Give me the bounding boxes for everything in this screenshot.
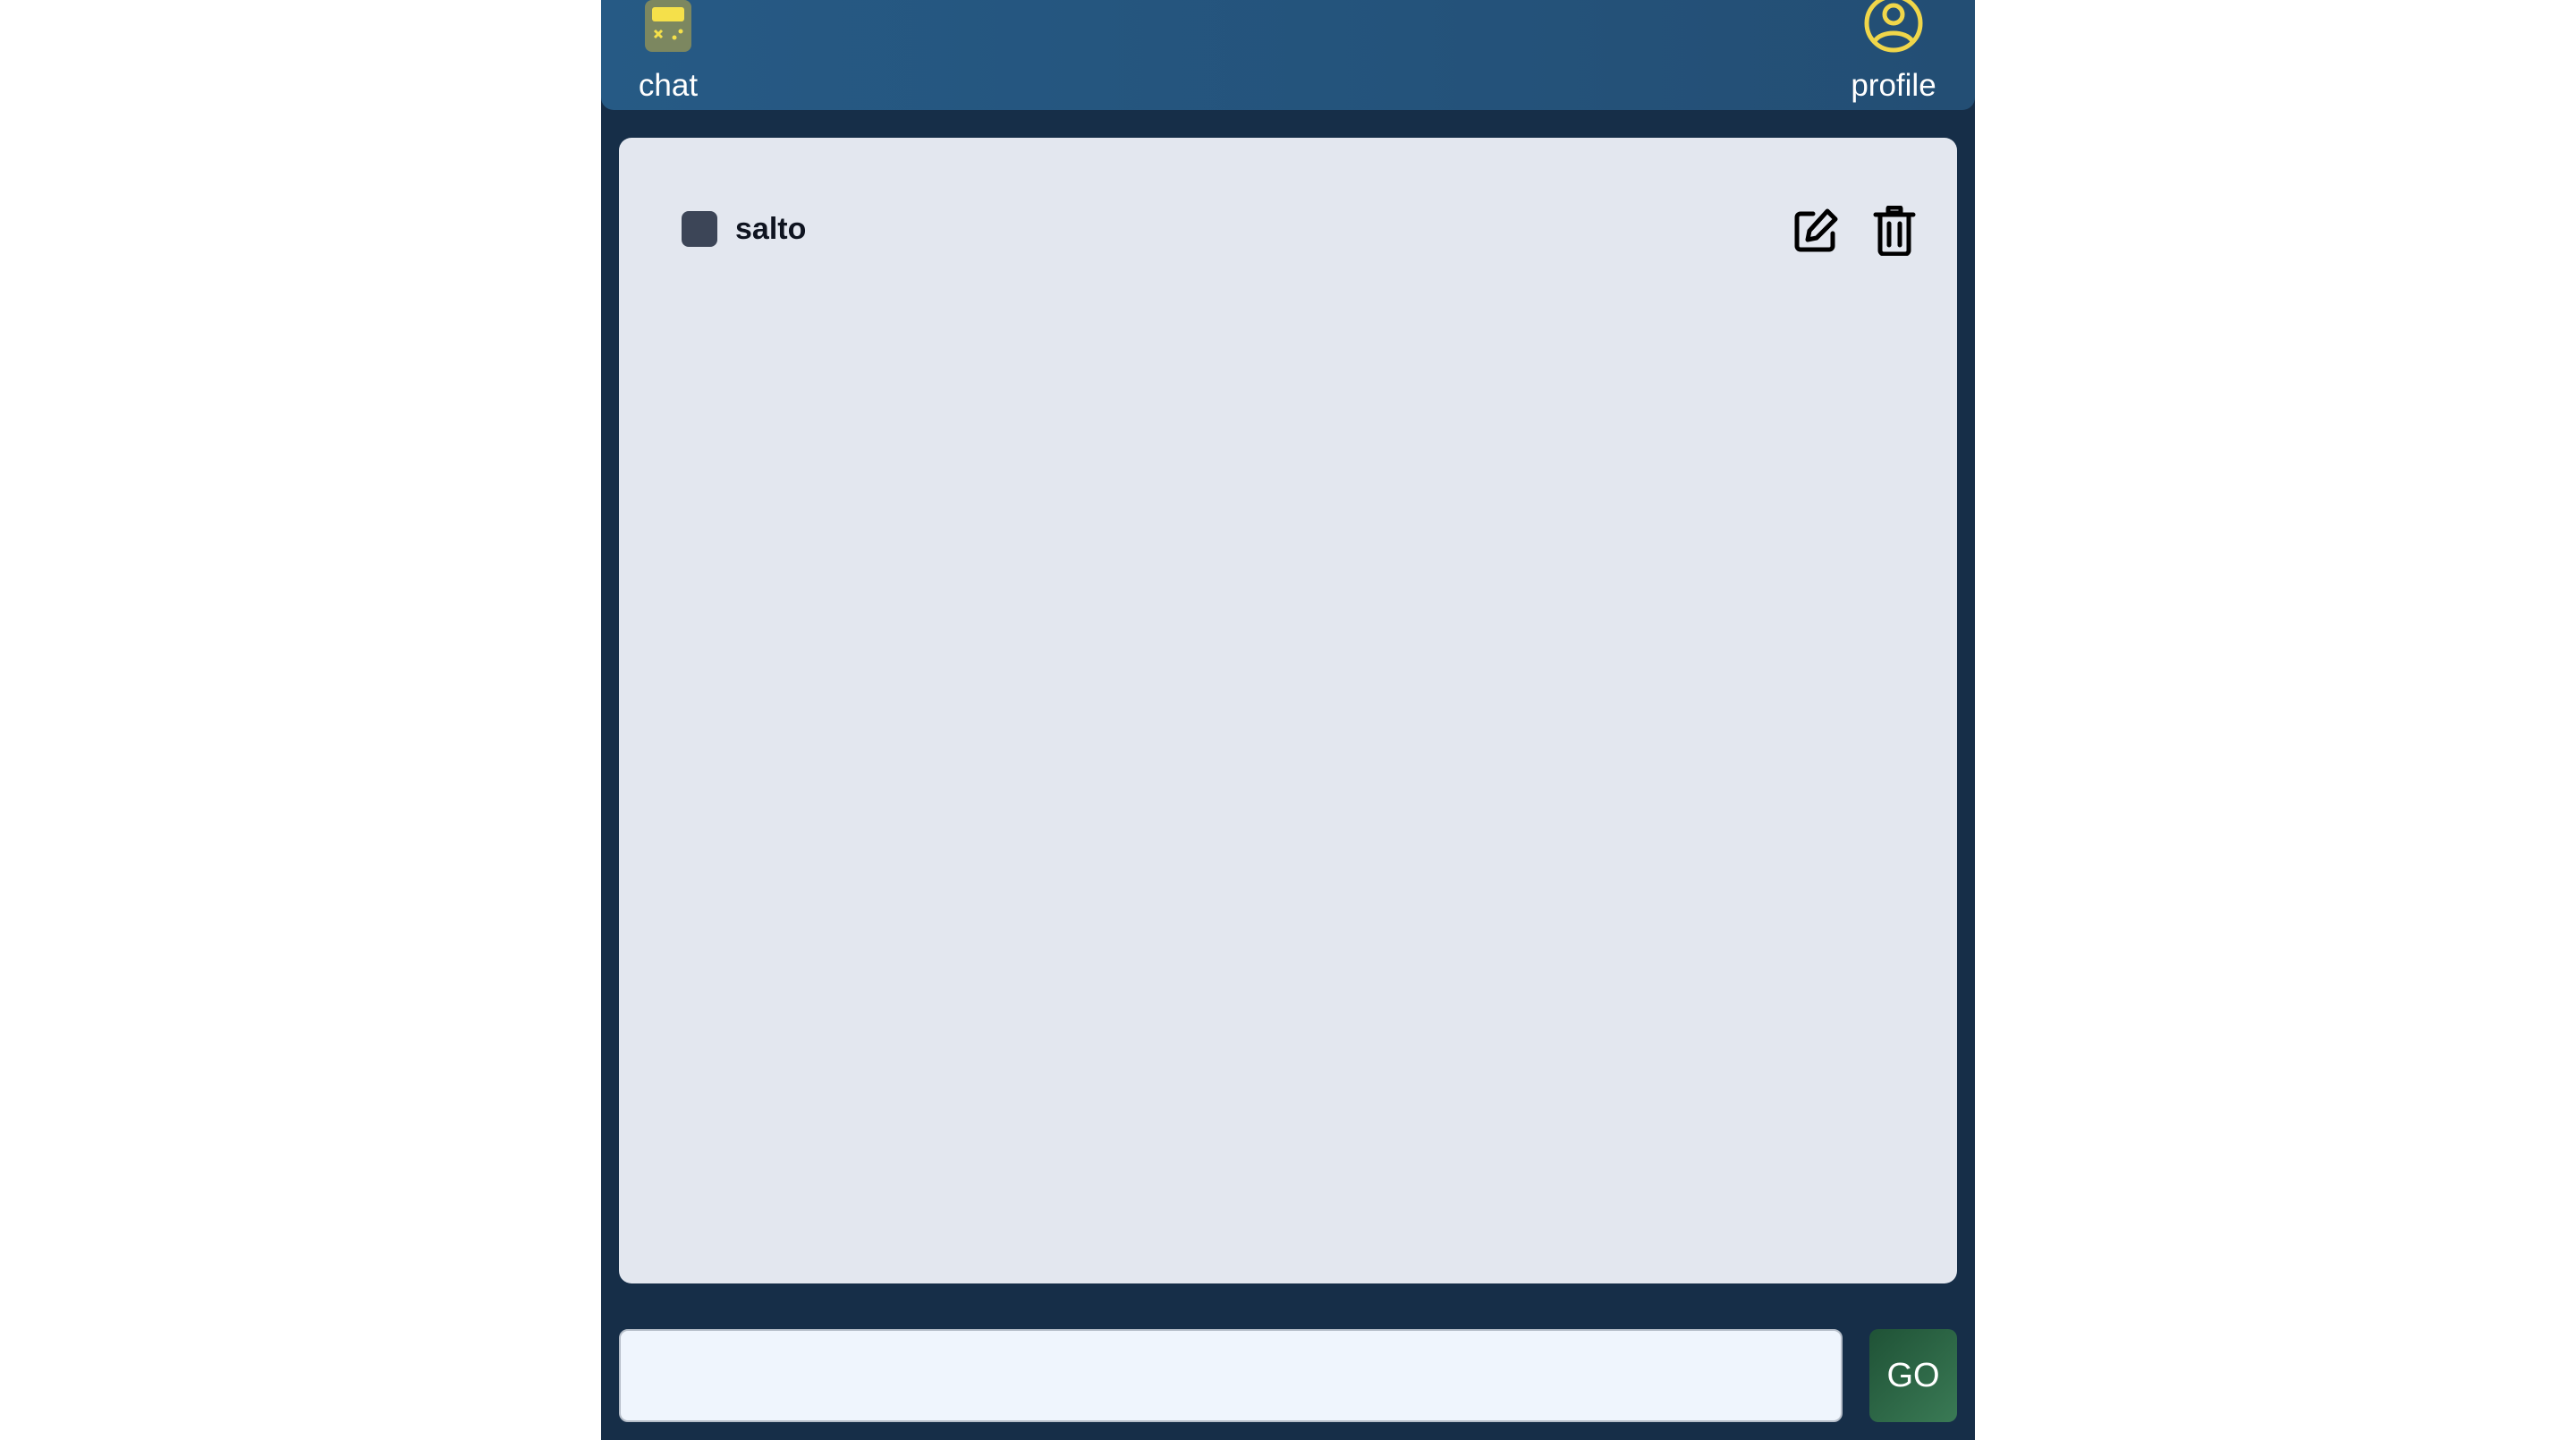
go-button[interactable]: GO: [1869, 1329, 1957, 1422]
nav-label-chat: chat: [638, 68, 699, 103]
todo-list-panel: salto: [619, 138, 1957, 1283]
todo-label: salto: [735, 212, 807, 246]
calculator-icon: [643, 0, 693, 54]
nav-item-chat[interactable]: chat: [601, 0, 735, 104]
edit-icon[interactable]: [1791, 206, 1841, 256]
user-circle-icon: [1863, 0, 1924, 54]
app-window: chat profile salto GO: [601, 0, 1975, 1440]
todo-item: salto: [682, 206, 1916, 256]
nav-label-profile: profile: [1851, 68, 1936, 103]
trash-icon[interactable]: [1869, 206, 1919, 256]
todo-checkbox[interactable]: [682, 211, 717, 247]
todo-input[interactable]: [619, 1329, 1843, 1422]
nav-item-profile[interactable]: profile: [1826, 0, 1961, 104]
top-nav-bar: chat profile: [601, 0, 1975, 110]
